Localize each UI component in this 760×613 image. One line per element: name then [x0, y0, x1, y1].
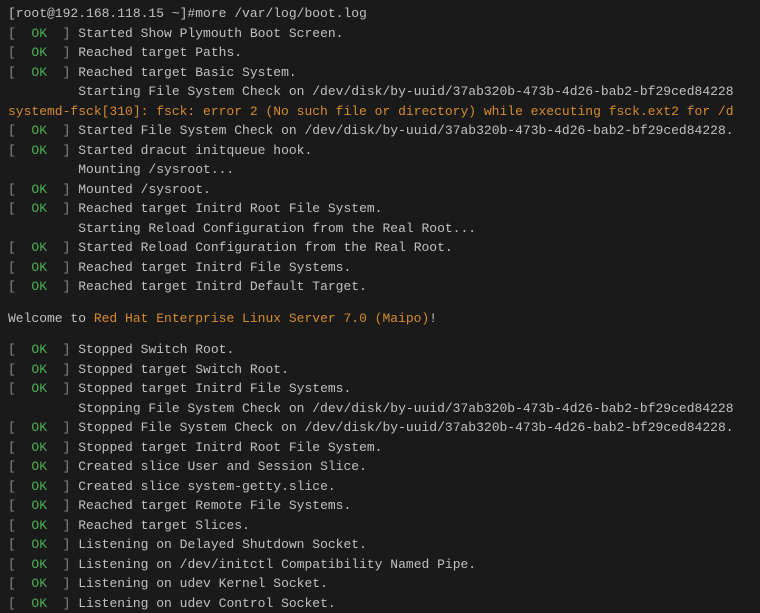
log-text: Created slice system-getty.slice.: [78, 479, 335, 494]
log-text: Listening on Delayed Shutdown Socket.: [78, 537, 367, 552]
log-line: [ OK ] Stopped Switch Root.: [8, 340, 752, 360]
log-text: Started Reload Configuration from the Re…: [78, 240, 452, 255]
log-line: [ OK ] Reached target Slices.: [8, 516, 752, 536]
log-line: [ OK ] Stopped target Initrd Root File S…: [8, 438, 752, 458]
log-line: [ OK ] Listening on Delayed Shutdown Soc…: [8, 535, 752, 555]
log-line: [ OK ] Created slice User and Session Sl…: [8, 457, 752, 477]
log-line-warn: systemd-fsck[310]: fsck: error 2 (No suc…: [8, 102, 752, 122]
log-line: [ OK ] Stopped target Initrd File System…: [8, 379, 752, 399]
log-line: [ OK ] Reached target Basic System.: [8, 63, 752, 83]
log-line: [ OK ] Started Reload Configuration from…: [8, 238, 752, 258]
log-text: Mounted /sysroot.: [78, 182, 211, 197]
log-line: [ OK ] Reached target Initrd Default Tar…: [8, 277, 752, 297]
log-line: [ OK ] Created slice system-getty.slice.: [8, 477, 752, 497]
command-prompt: [root@192.168.118.15 ~]#more /var/log/bo…: [8, 4, 752, 24]
log-text: Stopped target Initrd Root File System.: [78, 440, 382, 455]
log-line: [ OK ] Listening on /dev/initctl Compati…: [8, 555, 752, 575]
log-line: [ OK ] Reached target Initrd File System…: [8, 258, 752, 278]
log-text: Reached target Basic System.: [78, 65, 296, 80]
log-line: [ OK ] Started Show Plymouth Boot Screen…: [8, 24, 752, 44]
log-text: Stopped File System Check on /dev/disk/b…: [78, 420, 733, 435]
log-text: Listening on /dev/initctl Compatibility …: [78, 557, 476, 572]
terminal-output: [root@192.168.118.15 ~]#more /var/log/bo…: [8, 4, 752, 613]
log-line: [ OK ] Stopped File System Check on /dev…: [8, 418, 752, 438]
log-text: Started File System Check on /dev/disk/b…: [78, 123, 733, 138]
welcome-line: Welcome to Red Hat Enterprise Linux Serv…: [8, 309, 752, 329]
log-line-plain: Stopping File System Check on /dev/disk/…: [8, 399, 752, 419]
log-text: Reached target Initrd Root File System.: [78, 201, 382, 216]
log-text: Created slice User and Session Slice.: [78, 459, 367, 474]
log-text: Listening on udev Kernel Socket.: [78, 576, 328, 591]
log-line: [ OK ] Started File System Check on /dev…: [8, 121, 752, 141]
log-line: [ OK ] Mounted /sysroot.: [8, 180, 752, 200]
log-text: Stopped Switch Root.: [78, 342, 234, 357]
log-line: [ OK ] Reached target Paths.: [8, 43, 752, 63]
log-text: Started Show Plymouth Boot Screen.: [78, 26, 343, 41]
log-text: Reached target Remote File Systems.: [78, 498, 351, 513]
log-line: [ OK ] Stopped target Switch Root.: [8, 360, 752, 380]
log-text: Stopped target Switch Root.: [78, 362, 289, 377]
log-line-plain: Starting File System Check on /dev/disk/…: [8, 82, 752, 102]
log-text: Stopped target Initrd File Systems.: [78, 381, 351, 396]
log-line: [ OK ] Started dracut initqueue hook.: [8, 141, 752, 161]
log-line: [ OK ] Listening on udev Control Socket.: [8, 594, 752, 613]
log-line-plain: Starting Reload Configuration from the R…: [8, 219, 752, 239]
log-text: Reached target Slices.: [78, 518, 250, 533]
log-text: Listening on udev Control Socket.: [78, 596, 335, 611]
log-line: [ OK ] Reached target Initrd Root File S…: [8, 199, 752, 219]
log-text: Reached target Initrd File Systems.: [78, 260, 351, 275]
log-line: [ OK ] Listening on udev Kernel Socket.: [8, 574, 752, 594]
log-line: [ OK ] Reached target Remote File System…: [8, 496, 752, 516]
log-line-plain: Mounting /sysroot...: [8, 160, 752, 180]
log-text: Started dracut initqueue hook.: [78, 143, 312, 158]
log-text: Reached target Initrd Default Target.: [78, 279, 367, 294]
log-text: Reached target Paths.: [78, 45, 242, 60]
